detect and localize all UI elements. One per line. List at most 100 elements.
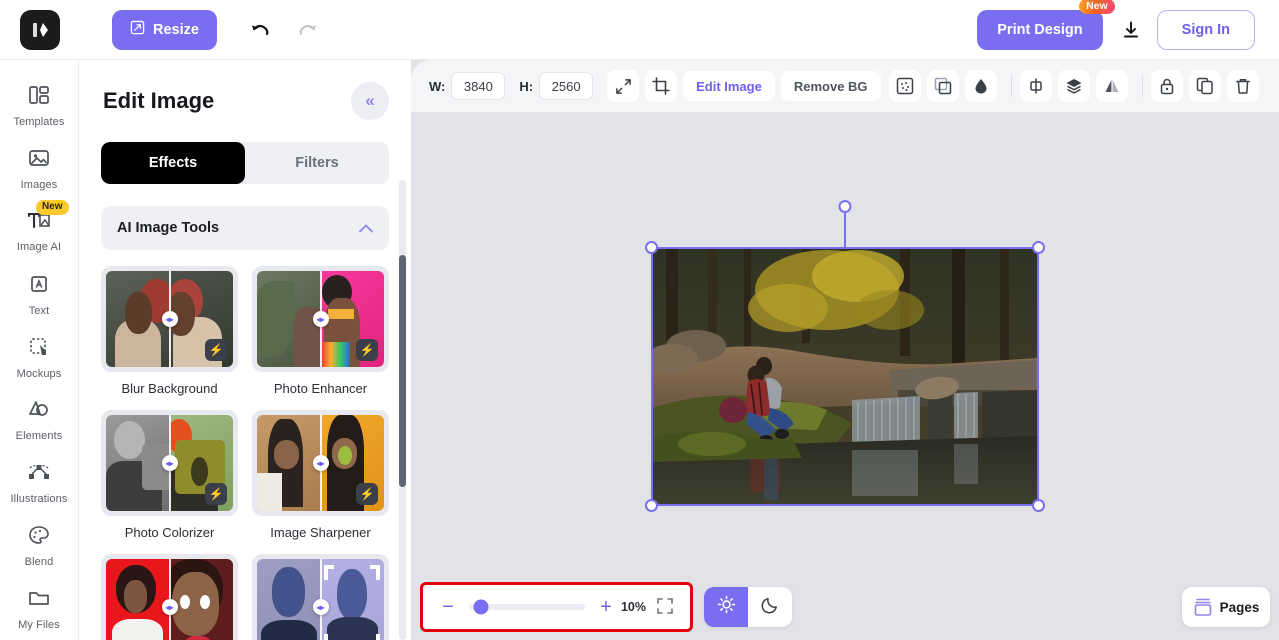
expand-icon[interactable]	[607, 70, 640, 102]
rail-label: Illustrations	[10, 493, 68, 506]
card-thumbnail: ◂▸	[101, 554, 238, 640]
flip-icon[interactable]	[1096, 70, 1128, 102]
height-label: H:	[519, 78, 534, 94]
before-after-handle[interactable]: ◂▸	[312, 599, 329, 615]
card-thumbnail: ◂▸ ⚡	[101, 410, 238, 516]
opacity-icon[interactable]	[965, 70, 997, 102]
canvas-workspace: W: H: Edit Image Remove BG	[411, 60, 1279, 640]
pages-label: Pages	[1219, 599, 1260, 615]
download-icon[interactable]	[1111, 10, 1151, 50]
zoom-percent-label: 10%	[620, 600, 646, 614]
crop-icon[interactable]	[645, 70, 678, 102]
rail-label: My Files	[18, 619, 60, 632]
panel-scrollbar-thumb[interactable]	[399, 255, 406, 487]
tab-effects[interactable]: Effects	[101, 142, 245, 184]
pages-button[interactable]: Pages	[1182, 587, 1270, 627]
card-thumbnail: ◂▸	[252, 554, 389, 640]
card-blur-background[interactable]: ◂▸ ⚡ Blur Background	[101, 266, 238, 396]
lock-icon[interactable]	[1151, 70, 1183, 102]
card-photo-enhancer[interactable]: ◂▸ ⚡ Photo Enhancer	[252, 266, 389, 396]
card-label: Photo Colorizer	[124, 525, 215, 540]
sign-in-button[interactable]: Sign In	[1156, 9, 1255, 50]
ai-bolt-icon: ⚡	[356, 483, 378, 505]
resize-button[interactable]: Resize	[112, 9, 217, 50]
rail-label: Image AI	[16, 240, 62, 253]
card-face-retouch[interactable]: ◂▸	[252, 554, 389, 640]
panel-scrollbar-track[interactable]	[399, 180, 406, 640]
rotate-handle[interactable]	[838, 200, 852, 213]
fullscreen-icon[interactable]	[656, 597, 676, 617]
moon-icon	[761, 595, 780, 619]
layers-icon[interactable]	[1058, 70, 1090, 102]
rail-item-templates[interactable]: Templates	[0, 74, 79, 137]
shadow-icon[interactable]	[927, 70, 959, 102]
resize-icon	[130, 20, 145, 39]
duplicate-icon[interactable]	[1189, 70, 1221, 102]
accordion-ai-image-tools[interactable]: AI Image Tools	[101, 206, 389, 250]
delete-icon[interactable]	[1227, 70, 1259, 102]
toolbar-divider	[1142, 75, 1143, 97]
image-autumn-waterfall-couple[interactable]	[652, 248, 1038, 505]
width-input[interactable]	[451, 72, 506, 100]
rail-item-my-files[interactable]: My Files	[0, 577, 79, 640]
dark-mode-button[interactable]	[748, 587, 792, 627]
app-root: Resize Print Design New Sign In Template…	[0, 0, 1279, 640]
theme-toggle	[704, 587, 792, 627]
before-after-handle[interactable]: ◂▸	[312, 455, 329, 471]
redo-icon[interactable]	[291, 13, 325, 47]
rail-item-blend[interactable]: Blend	[0, 514, 79, 577]
align-icon[interactable]	[1020, 70, 1052, 102]
rail-item-illustrations[interactable]: Illustrations	[0, 451, 79, 514]
mockups-icon	[27, 335, 51, 364]
before-after-handle[interactable]: ◂▸	[312, 311, 329, 327]
before-after-handle[interactable]: ◂▸	[161, 599, 178, 615]
rail-item-mockups[interactable]: Mockups	[0, 326, 79, 389]
edit-image-button[interactable]: Edit Image	[683, 71, 775, 101]
zoom-slider-track[interactable]	[469, 599, 585, 615]
tab-filters[interactable]: Filters	[245, 142, 389, 184]
logo-mark[interactable]	[20, 9, 60, 50]
remove-bg-button[interactable]: Remove BG	[780, 71, 881, 101]
card-cartoonizer[interactable]: ◂▸	[101, 554, 238, 640]
top-bar: Resize Print Design New Sign In	[0, 0, 1279, 60]
rail-item-images[interactable]: Images	[0, 137, 79, 200]
card-label: Image Sharpener	[270, 525, 371, 540]
chevron-up-icon	[359, 221, 373, 236]
rail-item-elements[interactable]: Elements	[0, 388, 79, 451]
texture-icon[interactable]	[889, 70, 921, 102]
card-thumbnail: ◂▸ ⚡	[101, 266, 238, 372]
resize-handle-top-left[interactable]	[645, 241, 658, 254]
resize-handle-bottom-left[interactable]	[645, 499, 658, 512]
rail-label: Mockups	[16, 367, 62, 380]
zoom-out-button[interactable]: −	[437, 596, 459, 618]
blend-icon	[27, 523, 51, 552]
selected-image-object[interactable]	[645, 200, 1045, 512]
zoom-in-button[interactable]: +	[595, 596, 617, 618]
light-mode-button[interactable]	[704, 587, 748, 627]
ai-bolt-icon: ⚡	[205, 483, 227, 505]
pages-icon	[1193, 595, 1213, 620]
resize-handle-top-right[interactable]	[1032, 241, 1045, 254]
zoom-slider-thumb[interactable]	[473, 599, 489, 615]
print-design-button[interactable]: Print Design	[977, 9, 1103, 50]
rail-item-image-ai[interactable]: New Image AI	[0, 199, 79, 263]
zoom-control-bar: − + 10%	[420, 582, 693, 632]
collapse-panel-button[interactable]: «	[351, 82, 389, 120]
before-after-handle[interactable]: ◂▸	[161, 455, 178, 471]
resize-handle-bottom-right[interactable]	[1032, 499, 1045, 512]
card-image-sharpener[interactable]: ◂▸ ⚡ Image Sharpener	[252, 410, 389, 540]
undo-icon[interactable]	[243, 13, 277, 47]
double-chevron-left-icon: «	[365, 91, 375, 110]
rail-item-text[interactable]: Text	[0, 263, 79, 326]
rail-label: Blend	[24, 556, 54, 569]
card-thumbnail: ◂▸ ⚡	[252, 410, 389, 516]
toolbar-divider	[1011, 75, 1012, 97]
card-label: Photo Enhancer	[273, 381, 368, 396]
left-rail: Templates Images New Image AI Text Mocku…	[0, 60, 79, 640]
height-input[interactable]	[539, 72, 594, 100]
elements-icon	[27, 397, 51, 426]
card-photo-colorizer[interactable]: ◂▸ ⚡ Photo Colorizer	[101, 410, 238, 540]
print-new-badge: New	[1079, 0, 1115, 14]
before-after-handle[interactable]: ◂▸	[161, 311, 178, 327]
rail-label: Templates	[13, 115, 65, 128]
